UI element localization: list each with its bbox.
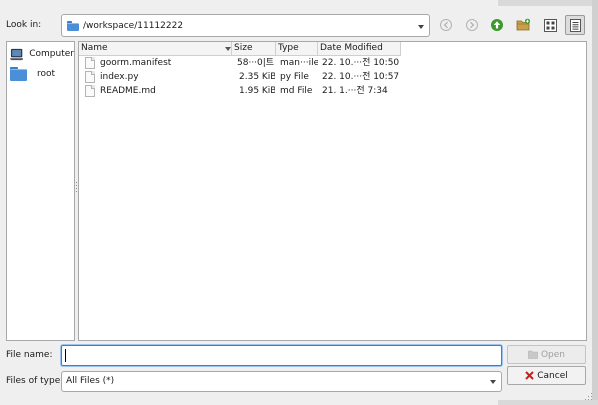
back-button[interactable] <box>436 15 456 35</box>
forward-button[interactable] <box>462 15 482 35</box>
up-arrow-icon <box>491 19 503 31</box>
list-view-icon <box>543 18 557 32</box>
file-icon <box>85 85 95 97</box>
file-name-label: File name: <box>6 350 53 360</box>
file-size-cell: 58···0|트 <box>237 58 275 68</box>
file-icon <box>85 57 95 69</box>
parent-directory-button[interactable] <box>487 15 507 35</box>
new-folder-icon <box>516 18 530 31</box>
file-size-cell: 1.95 KiB <box>239 86 275 96</box>
chevron-down-icon[interactable] <box>490 380 496 384</box>
detail-view-button[interactable] <box>565 15 585 35</box>
file-name-cell: README.md <box>100 86 156 96</box>
file-date-cell: 22. 10.···전 10:57 <box>322 72 400 82</box>
file-icon <box>85 71 95 83</box>
file-name-input[interactable] <box>61 345 502 366</box>
file-type-value: All Files (*) <box>66 376 115 386</box>
close-icon <box>525 371 534 380</box>
cancel-button[interactable]: Cancel <box>507 366 586 385</box>
file-name-cell: index.py <box>100 72 139 82</box>
sidebar-item-root[interactable]: root <box>10 65 74 83</box>
file-list: Name Size Type Date Modified goorm.manif… <box>78 41 587 341</box>
text-cursor <box>65 349 66 362</box>
file-type-cell: man···ile <box>280 58 318 68</box>
file-size-cell: 2.35 KiB <box>239 72 275 82</box>
forward-arrow-icon <box>466 19 478 31</box>
column-header-type[interactable]: Type <box>276 42 318 56</box>
file-type-combo[interactable]: All Files (*) <box>61 371 502 392</box>
folder-icon <box>10 67 27 81</box>
open-folder-icon <box>528 350 538 359</box>
open-button-label: Open <box>540 349 566 360</box>
file-type-label: Files of type: <box>6 376 64 386</box>
sidebar: Computer root <box>6 41 75 341</box>
sidebar-item-label: Computer <box>29 49 74 59</box>
column-header-size[interactable]: Size <box>232 42 276 56</box>
look-in-path: /workspace/11112222 <box>83 20 184 31</box>
list-view-button[interactable] <box>540 15 560 35</box>
resize-grip[interactable] <box>583 391 593 401</box>
file-type-cell: md File <box>280 86 313 96</box>
new-folder-button[interactable] <box>513 15 533 35</box>
column-header-name[interactable]: Name <box>79 42 232 56</box>
table-row[interactable]: README.md 1.95 KiB md File 21. 1.···전 7:… <box>79 84 399 98</box>
table-row[interactable]: goorm.manifest 58···0|트 man···ile 22. 10… <box>79 56 399 70</box>
column-header-date[interactable]: Date Modified <box>318 42 401 56</box>
sidebar-item-label: root <box>37 69 56 79</box>
chevron-down-icon[interactable] <box>418 25 424 29</box>
sort-indicator-icon <box>225 47 231 51</box>
computer-icon <box>10 48 24 60</box>
folder-icon <box>67 20 79 31</box>
cancel-button-label: Cancel <box>537 370 568 381</box>
file-name-cell: goorm.manifest <box>100 58 172 68</box>
look-in-combo[interactable]: /workspace/11112222 <box>61 14 430 37</box>
table-row[interactable]: index.py 2.35 KiB py File 22. 10.···전 10… <box>79 70 399 84</box>
sidebar-item-computer[interactable]: Computer <box>10 45 74 63</box>
open-button[interactable]: Open <box>507 345 586 364</box>
file-date-cell: 22. 10.···전 10:50 <box>322 58 400 68</box>
window-edge-right <box>592 0 598 405</box>
back-arrow-icon <box>440 19 452 31</box>
file-type-cell: py File <box>280 72 309 82</box>
look-in-label: Look in: <box>6 20 42 30</box>
file-date-cell: 21. 1.···전 7:34 <box>322 86 388 96</box>
detail-view-icon <box>569 18 581 32</box>
window-edge-top <box>498 0 598 6</box>
